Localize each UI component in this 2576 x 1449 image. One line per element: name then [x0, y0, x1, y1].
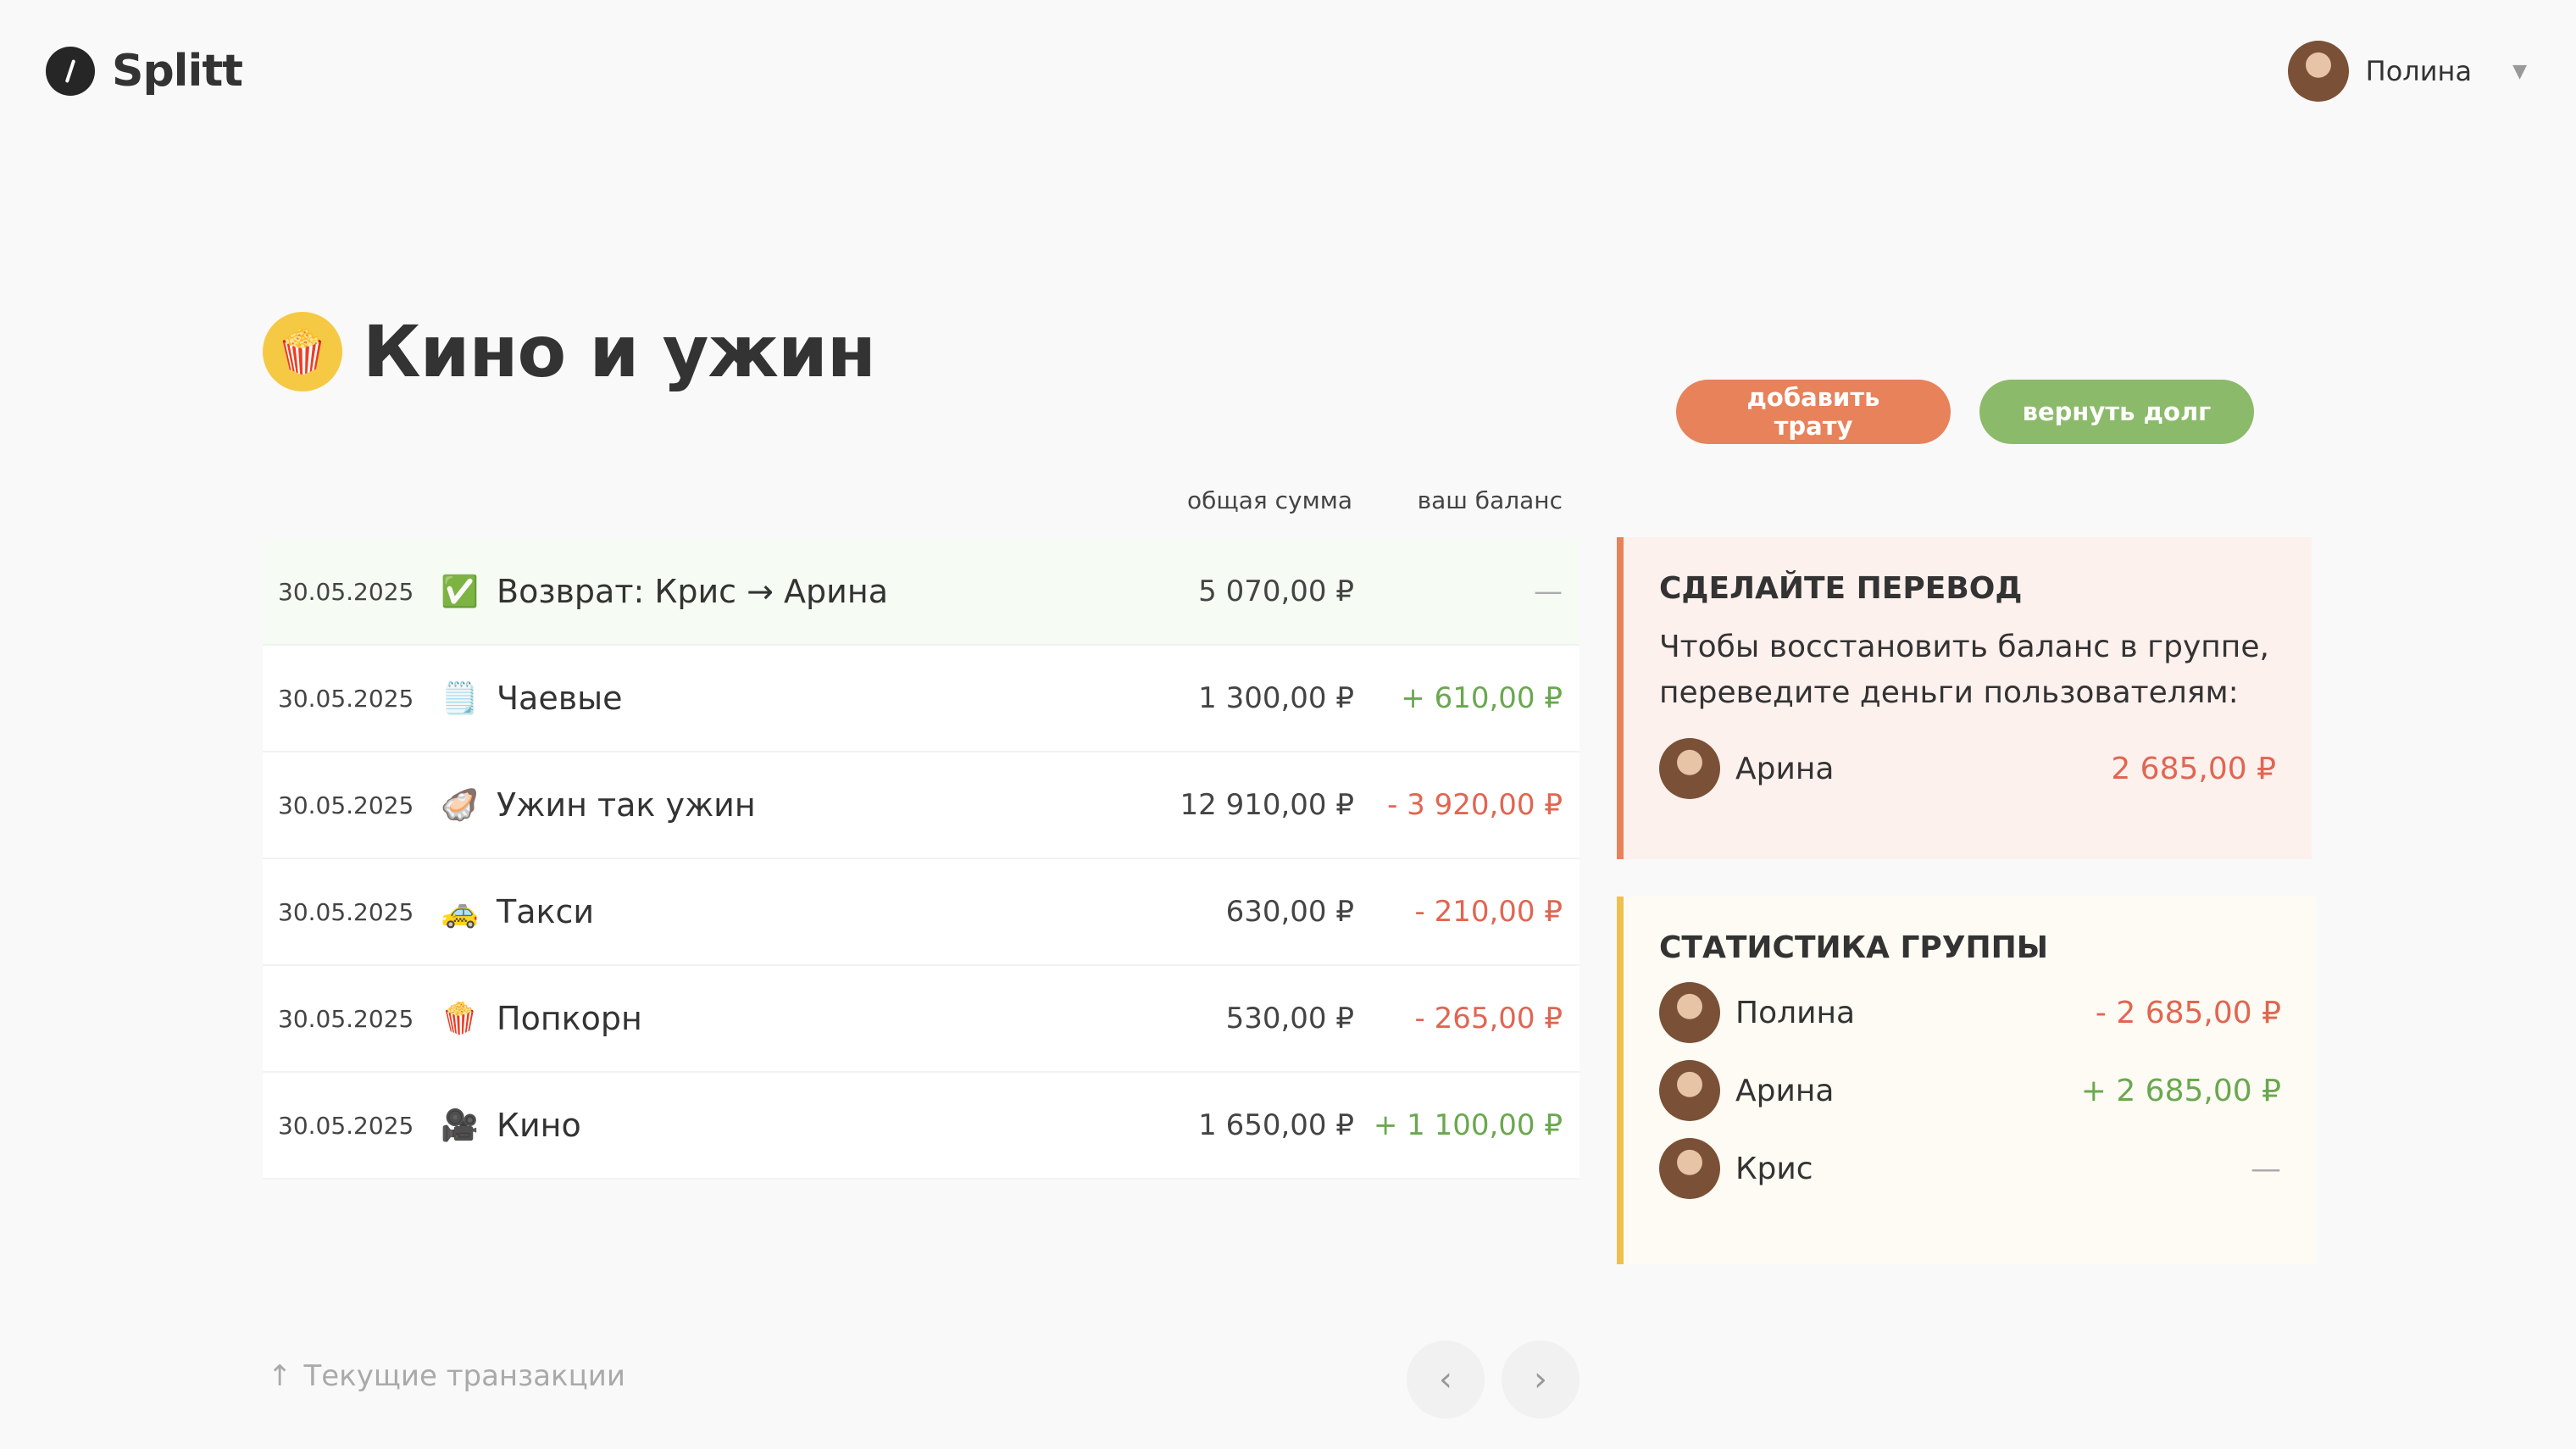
- transfer-card-title: СДЕЛАЙТЕ ПЕРЕВОД: [1659, 571, 2023, 606]
- row-total: 5 070,00 ₽: [1198, 575, 1354, 608]
- row-name: Кино: [497, 1107, 581, 1144]
- row-total: 630,00 ₽: [1225, 895, 1354, 929]
- table-row[interactable]: 30.05.2025 🍿 Попкорн 530,00 ₽ - 265,00 ₽: [263, 966, 1579, 1073]
- row-date: 30.05.2025: [278, 791, 414, 819]
- row-date: 30.05.2025: [278, 577, 414, 606]
- row-date: 30.05.2025: [278, 897, 414, 926]
- logo-icon: [46, 47, 95, 96]
- row-balance: + 1 100,00 ₽: [1373, 1108, 1563, 1142]
- row-name: Ужин так ужин: [497, 786, 756, 824]
- avatar: [1659, 1060, 1720, 1121]
- transfer-card-description: Чтобы восстановить баланс в группе, пере…: [1659, 630, 2269, 710]
- row-total: 1 300,00 ₽: [1198, 681, 1354, 715]
- row-name: Чаевые: [497, 680, 623, 717]
- member-row: Арина + 2 685,00 ₽: [1659, 1052, 2281, 1130]
- member-row: Крис —: [1659, 1130, 2281, 1208]
- notepad-icon: 🗒️: [441, 681, 479, 716]
- app-logo[interactable]: Splitt: [46, 46, 243, 97]
- column-header-total: общая сумма: [1186, 486, 1352, 514]
- member-name: Крис: [1735, 1151, 1813, 1186]
- repay-debt-button[interactable]: вернуть долг: [1979, 380, 2254, 444]
- row-date: 30.05.2025: [278, 684, 414, 713]
- member-amount: —: [2251, 1151, 2281, 1186]
- movie-camera-icon: 🎥: [441, 1108, 479, 1143]
- member-amount: - 2 685,00 ₽: [2095, 995, 2281, 1030]
- user-avatar: [2287, 41, 2349, 102]
- member-row: Полина - 2 685,00 ₽: [1659, 974, 2281, 1052]
- transactions-table: 30.05.2025 ✅ Возврат: Крис → Арина 5 070…: [263, 539, 1579, 1180]
- current-transactions-label: Текущие транзакции: [303, 1359, 625, 1393]
- avatar: [1659, 738, 1720, 799]
- recipient-amount: 2 685,00 ₽: [2111, 751, 2276, 786]
- oyster-icon: 🦪: [441, 788, 479, 823]
- member-name: Арина: [1735, 1073, 1835, 1108]
- row-total: 1 650,00 ₽: [1198, 1108, 1354, 1142]
- group-header: 🍿 Кино и ужин: [263, 310, 876, 393]
- chevron-right-icon: ›: [1534, 1360, 1547, 1399]
- chevron-left-icon: ‹: [1439, 1360, 1452, 1399]
- row-date: 30.05.2025: [278, 1004, 414, 1033]
- row-balance: - 265,00 ₽: [1414, 1002, 1563, 1035]
- transfer-recipient[interactable]: Арина 2 685,00 ₽: [1659, 730, 2276, 808]
- add-expense-button[interactable]: добавить трату: [1676, 380, 1951, 444]
- prev-page-button[interactable]: ‹: [1407, 1341, 1485, 1418]
- current-transactions-link[interactable]: ↑ Текущие транзакции: [268, 1359, 625, 1393]
- avatar: [1659, 982, 1720, 1043]
- check-icon: ✅: [441, 575, 479, 609]
- app-name: Splitt: [112, 46, 243, 97]
- row-balance: + 610,00 ₽: [1401, 681, 1563, 715]
- row-name: Такси: [497, 893, 595, 930]
- row-balance: —: [1534, 575, 1563, 608]
- group-stats-card: СТАТИСТИКА ГРУППЫ Полина - 2 685,00 ₽ Ар…: [1617, 897, 2317, 1264]
- member-name: Полина: [1735, 995, 1856, 1030]
- page-title: Кино и ужин: [363, 310, 876, 393]
- transfer-card: СДЕЛАЙТЕ ПЕРЕВОД Чтобы восстановить бала…: [1617, 537, 2312, 859]
- table-row[interactable]: 30.05.2025 ✅ Возврат: Крис → Арина 5 070…: [263, 539, 1579, 646]
- row-balance: - 210,00 ₽: [1414, 895, 1563, 929]
- column-header-balance: ваш баланс: [1417, 486, 1563, 514]
- stats-card-title: СТАТИСТИКА ГРУППЫ: [1659, 930, 2049, 965]
- recipient-name: Арина: [1735, 751, 1835, 786]
- popcorn-icon: 🍿: [263, 312, 342, 391]
- row-date: 30.05.2025: [278, 1111, 414, 1140]
- table-row[interactable]: 30.05.2025 🎥 Кино 1 650,00 ₽ + 1 100,00 …: [263, 1073, 1579, 1180]
- table-row[interactable]: 30.05.2025 🗒️ Чаевые 1 300,00 ₽ + 610,00…: [263, 646, 1579, 752]
- row-name: Попкорн: [497, 1000, 642, 1037]
- row-total: 530,00 ₽: [1225, 1002, 1354, 1035]
- chevron-down-icon: ▼: [2512, 60, 2527, 82]
- member-amount: + 2 685,00 ₽: [2080, 1073, 2281, 1108]
- popcorn-icon: 🍿: [441, 1002, 479, 1036]
- taxi-icon: 🚕: [441, 895, 479, 930]
- user-menu[interactable]: Полина ▼: [2287, 41, 2527, 102]
- arrow-up-icon: ↑: [268, 1359, 292, 1393]
- user-name: Полина: [2365, 55, 2473, 87]
- row-balance: - 3 920,00 ₽: [1387, 788, 1563, 822]
- next-page-button[interactable]: ›: [1502, 1341, 1579, 1418]
- row-name: Возврат: Крис → Арина: [497, 573, 888, 610]
- row-total: 12 910,00 ₽: [1180, 788, 1354, 822]
- table-row[interactable]: 30.05.2025 🦪 Ужин так ужин 12 910,00 ₽ -…: [263, 752, 1579, 859]
- avatar: [1659, 1138, 1720, 1199]
- table-row[interactable]: 30.05.2025 🚕 Такси 630,00 ₽ - 210,00 ₽: [263, 859, 1579, 966]
